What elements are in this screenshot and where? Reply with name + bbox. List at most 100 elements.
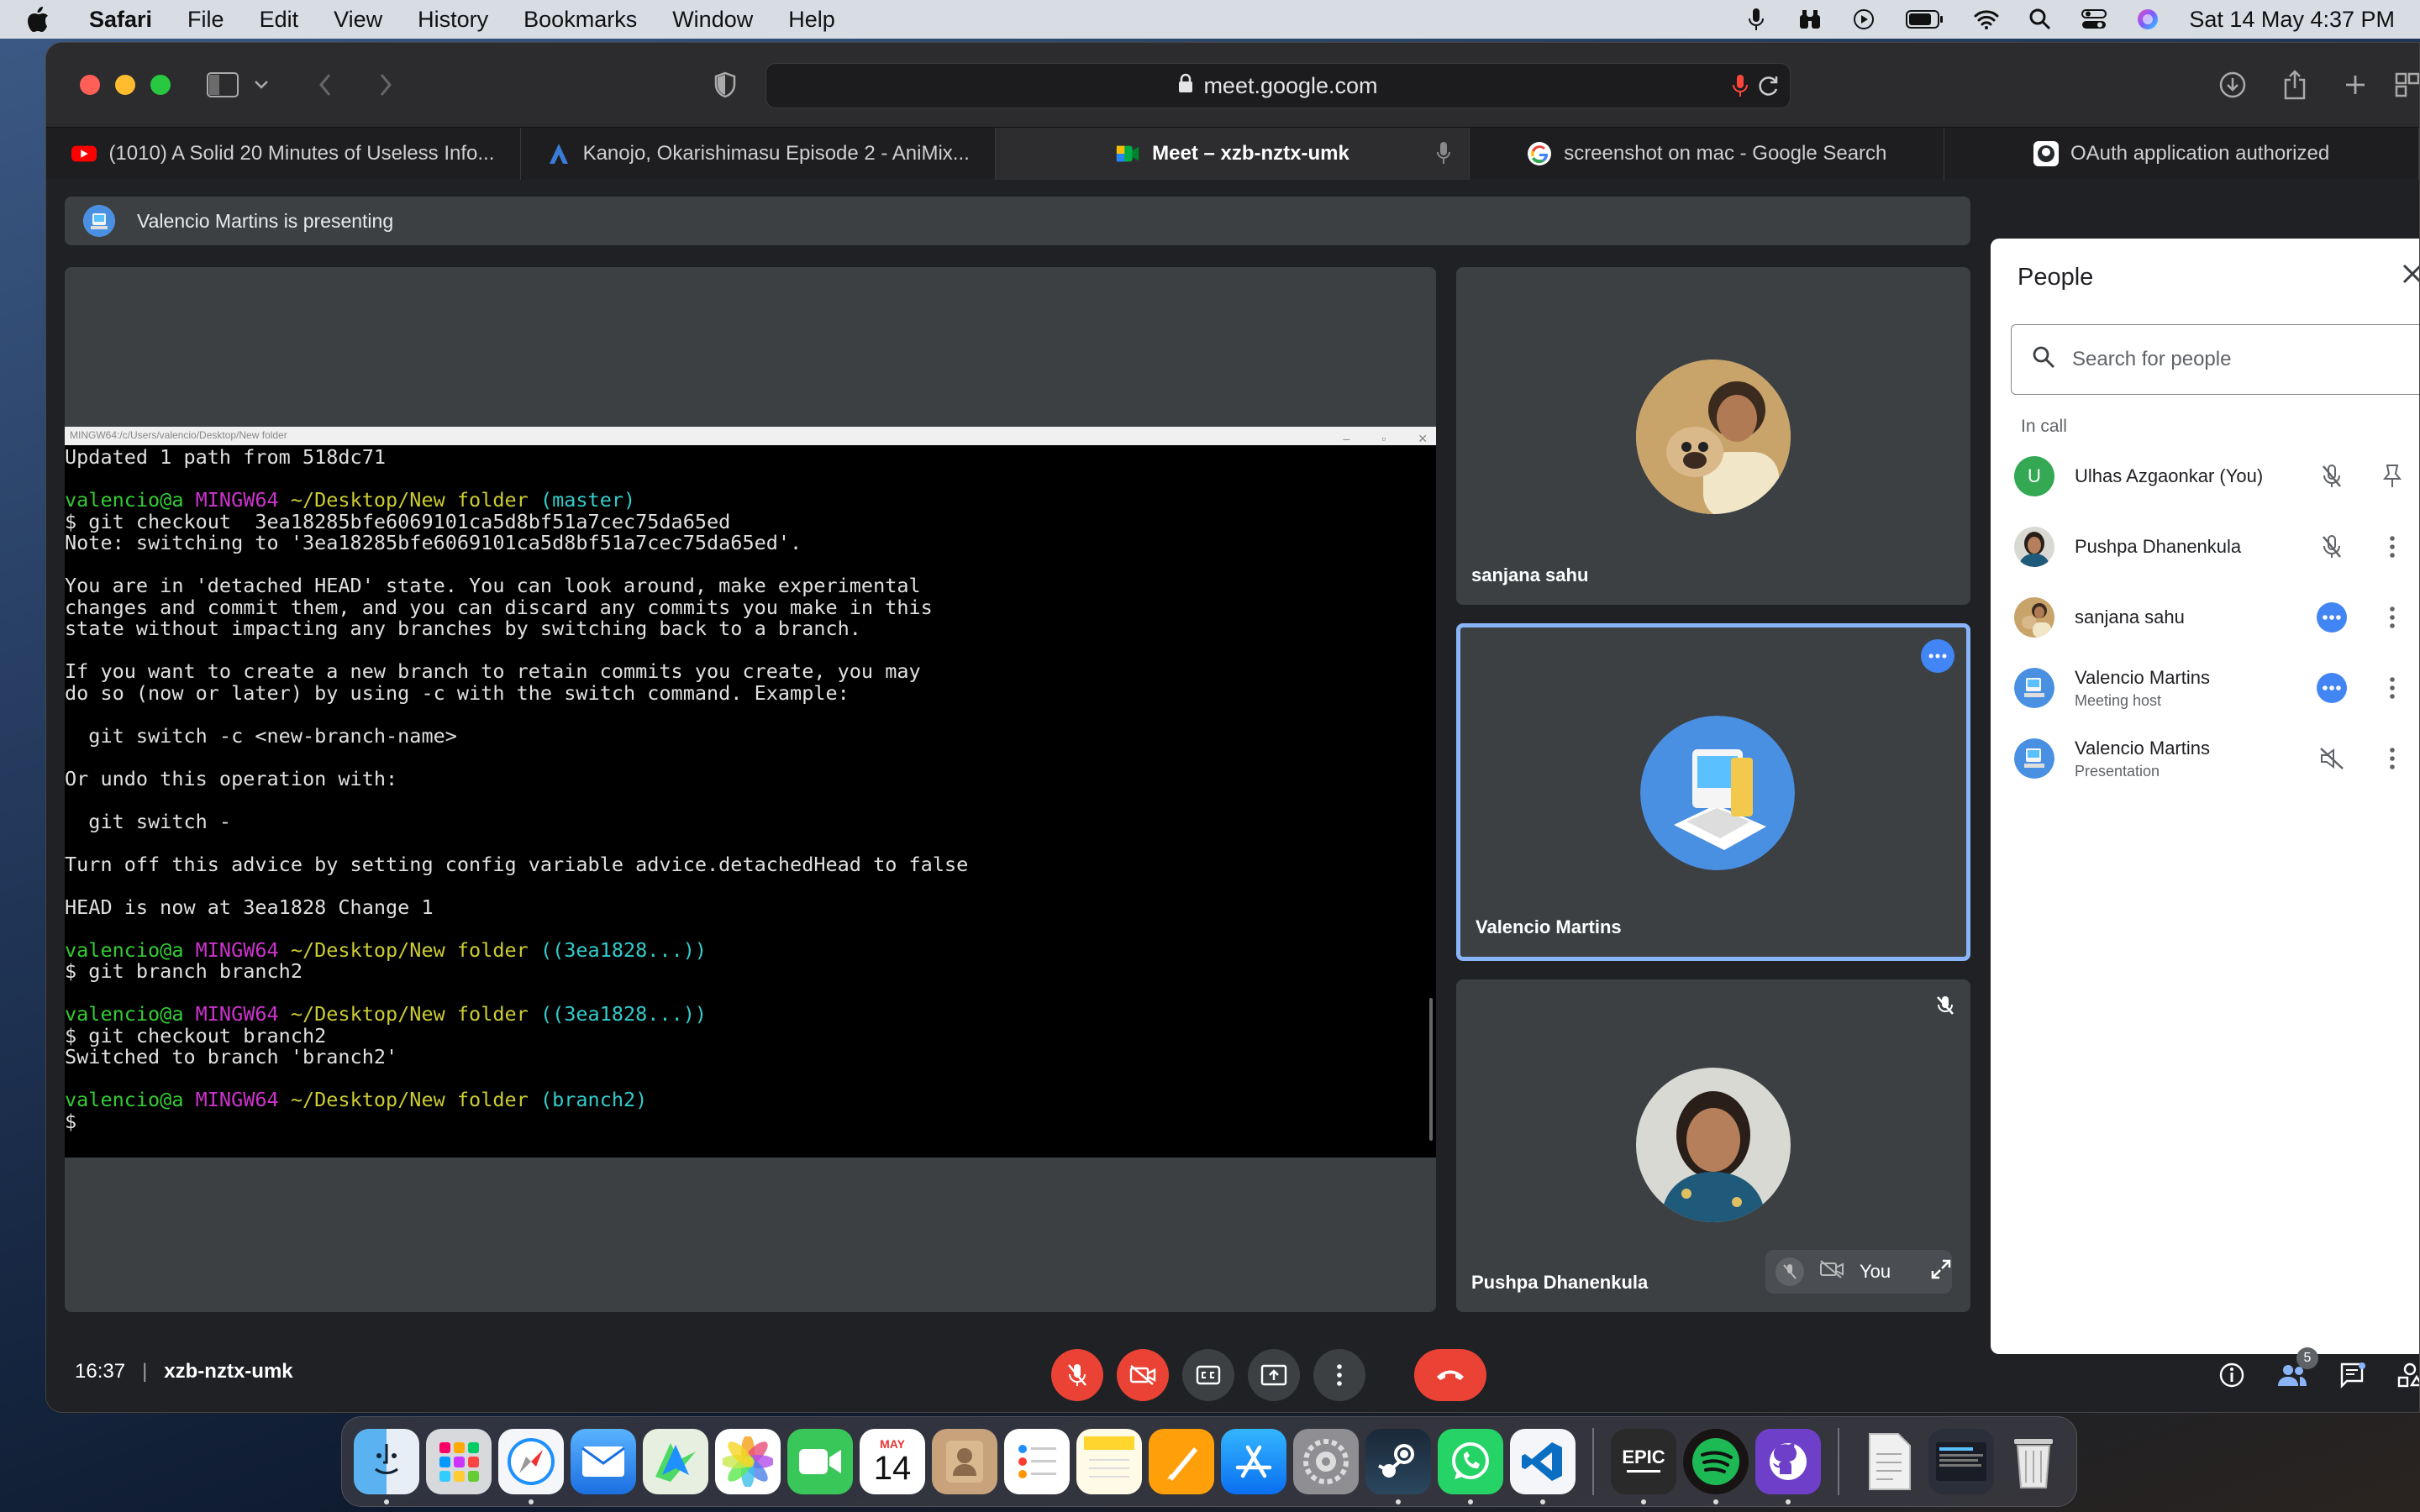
play-circle-icon[interactable] (1851, 7, 1876, 32)
menu-clock[interactable]: Sat 14 May 4:37 PM (2189, 7, 2395, 33)
epic-games-icon[interactable]: EPIC (1611, 1429, 1676, 1504)
terminal-scrollbar[interactable] (1429, 998, 1433, 1141)
apple-menu-icon[interactable] (25, 6, 50, 33)
privacy-shield-icon[interactable] (708, 68, 742, 102)
youtube-icon (71, 141, 97, 166)
new-tab-icon[interactable] (2338, 68, 2372, 102)
participant-row-valencio-presentation[interactable]: Valencio Martins Presentation (2014, 729, 2419, 788)
siri-icon[interactable] (2135, 7, 2160, 32)
whatsapp-icon[interactable] (1438, 1429, 1503, 1504)
pages-icon[interactable] (1149, 1429, 1214, 1494)
people-search[interactable] (2011, 324, 2419, 395)
camera-toggle-button[interactable] (1117, 1349, 1169, 1401)
self-mic-off-icon[interactable] (1776, 1257, 1804, 1286)
reload-icon[interactable] (1758, 74, 1780, 103)
menu-window[interactable]: Window (672, 7, 753, 33)
participant-row-valencio-host[interactable]: Valencio Martins Meeting host (2014, 659, 2419, 717)
close-icon[interactable] (2401, 262, 2419, 290)
menu-history[interactable]: History (418, 7, 488, 33)
more-vert-icon[interactable] (2377, 602, 2407, 633)
address-bar[interactable]: meet.google.com (765, 63, 1791, 108)
menu-help[interactable]: Help (788, 7, 835, 33)
mic-off-icon[interactable] (2317, 532, 2347, 562)
more-vert-icon[interactable] (2377, 673, 2407, 703)
chevron-down-icon[interactable] (245, 68, 278, 102)
notes-icon[interactable] (1076, 1429, 1142, 1494)
more-vert-icon[interactable] (2377, 532, 2407, 562)
minimize-window-button[interactable] (115, 75, 135, 95)
downloads-icon[interactable] (2216, 68, 2249, 102)
wifi-icon[interactable] (1974, 7, 1999, 32)
back-icon[interactable] (308, 68, 342, 102)
participant-tile-sanjana[interactable]: sanjana sahu (1456, 267, 1970, 605)
tab-oauth[interactable]: OAuth application authorized (1944, 128, 2419, 180)
more-vert-icon[interactable] (2377, 743, 2407, 774)
share-icon[interactable] (2278, 68, 2312, 102)
app-store-icon[interactable] (1221, 1429, 1286, 1494)
control-center-icon[interactable] (2081, 7, 2107, 32)
microphone-recording-icon[interactable] (1733, 74, 1748, 103)
more-options-icon[interactable] (1921, 639, 1954, 673)
expand-icon[interactable] (1931, 1259, 1951, 1284)
maps-icon[interactable] (643, 1429, 708, 1494)
safari-icon[interactable] (498, 1429, 564, 1504)
screenshot-icon[interactable] (1928, 1429, 1994, 1494)
participant-tile-pushpa[interactable]: Pushpa Dhanenkula You (1456, 979, 1970, 1312)
meeting-details-icon[interactable] (2212, 1356, 2251, 1394)
zoom-window-button[interactable] (150, 75, 171, 95)
menu-app-name[interactable]: Safari (89, 7, 152, 33)
participant-tile-valencio[interactable]: Valencio Martins (1456, 623, 1970, 961)
document-icon[interactable] (1856, 1429, 1922, 1494)
captions-button[interactable] (1182, 1349, 1234, 1401)
vscode-icon[interactable] (1510, 1429, 1576, 1504)
more-options-button[interactable] (1313, 1349, 1365, 1401)
search-input[interactable] (2072, 348, 2391, 371)
system-preferences-icon[interactable] (1293, 1429, 1359, 1494)
leave-call-button[interactable] (1414, 1349, 1486, 1401)
microphone-status-icon[interactable] (1744, 7, 1769, 32)
chat-icon[interactable] (2333, 1356, 2372, 1394)
menu-file[interactable]: File (187, 7, 224, 33)
mail-icon[interactable] (571, 1429, 636, 1494)
present-screen-button[interactable] (1248, 1349, 1300, 1401)
binoculars-icon[interactable] (1797, 7, 1823, 32)
self-camera-off-icon[interactable] (1819, 1259, 1844, 1284)
people-icon[interactable]: 5 (2273, 1347, 2318, 1394)
menu-edit[interactable]: Edit (260, 7, 299, 33)
spotify-icon[interactable] (1683, 1429, 1749, 1504)
contacts-icon[interactable] (932, 1429, 997, 1494)
activities-icon[interactable] (2391, 1356, 2419, 1394)
close-window-button[interactable] (80, 75, 100, 95)
tab-google-search[interactable]: screenshot on mac - Google Search (1470, 128, 1945, 180)
reminders-icon[interactable] (1004, 1429, 1070, 1494)
launchpad-icon[interactable] (426, 1429, 492, 1494)
tab-animix[interactable]: Kanojo, Okarishimasu Episode 2 - AniMix.… (521, 128, 996, 180)
photos-icon[interactable] (715, 1429, 781, 1494)
mic-off-icon[interactable] (2317, 461, 2347, 491)
volume-off-icon[interactable] (2317, 743, 2347, 774)
tab-microphone-icon[interactable] (1437, 141, 1451, 171)
pin-icon[interactable] (2377, 461, 2407, 491)
tab-overview-icon[interactable] (2391, 68, 2419, 102)
finder-icon[interactable] (354, 1429, 419, 1504)
menu-bookmarks[interactable]: Bookmarks (523, 7, 637, 33)
spotlight-search-icon[interactable] (2028, 7, 2053, 32)
participant-row-ulhas[interactable]: U Ulhas Azgaonkar (You) (2014, 447, 2419, 506)
mic-toggle-button[interactable] (1051, 1349, 1103, 1401)
tab-youtube[interactable]: (1010) A Solid 20 Minutes of Useless Inf… (46, 128, 521, 180)
forward-icon[interactable] (369, 68, 402, 102)
url-text: meet.google.com (1203, 72, 1378, 98)
calendar-icon[interactable]: MAY 14 (860, 1429, 925, 1494)
facetime-icon[interactable] (787, 1429, 853, 1494)
menu-view[interactable]: View (334, 7, 382, 33)
terminal-window-controls: – ▫ ✕ (1343, 432, 1428, 445)
sidebar-toggle-icon[interactable] (206, 68, 239, 102)
github-desktop-icon[interactable] (1755, 1429, 1821, 1504)
tab-meet[interactable]: Meet – xzb-nztx-umk (995, 128, 1470, 180)
participant-row-pushpa[interactable]: Pushpa Dhanenkula (2014, 517, 2419, 576)
trash-icon[interactable] (2001, 1429, 2066, 1494)
battery-icon[interactable] (1905, 7, 1945, 32)
steam-icon[interactable] (1365, 1429, 1431, 1504)
participant-row-sanjana[interactable]: sanjana sahu (2014, 588, 2419, 647)
